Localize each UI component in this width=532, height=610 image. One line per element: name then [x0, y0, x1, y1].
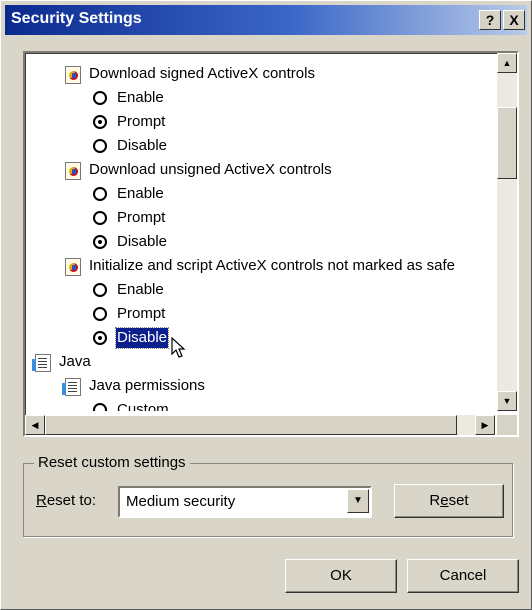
radio-button[interactable]: [93, 211, 107, 225]
setting-label: Java: [59, 353, 91, 370]
radio-button[interactable]: [93, 139, 107, 153]
horizontal-scrollbar[interactable]: ◀ ▶: [25, 415, 495, 435]
scroll-right-icon[interactable]: ▶: [475, 415, 495, 435]
radio-button-checked[interactable]: [93, 115, 107, 129]
java-permissions-icon: [62, 378, 81, 396]
settings-list-viewport: Download signed ActiveX controls Enable …: [25, 53, 495, 411]
radio-label: Enable: [117, 281, 164, 298]
activex-settings-icon: [65, 162, 81, 180]
security-settings-dialog: Security Settings ? X Download signed Ac…: [0, 0, 532, 610]
radio-label: Enable: [117, 89, 164, 106]
reset-to-value: Medium security: [126, 493, 236, 510]
vertical-scrollbar[interactable]: ▲ ▼: [497, 53, 517, 411]
radio-button[interactable]: [93, 283, 107, 297]
settings-list[interactable]: Download signed ActiveX controls Enable …: [23, 51, 519, 437]
radio-button-checked[interactable]: [93, 331, 107, 345]
reset-to-label: Reset to:: [36, 492, 97, 509]
scroll-down-icon[interactable]: ▼: [497, 391, 517, 411]
cancel-button[interactable]: Cancel: [407, 559, 519, 593]
activex-settings-icon: [65, 66, 81, 84]
reset-button[interactable]: Reset: [394, 484, 504, 518]
scroll-up-icon[interactable]: ▲: [497, 53, 517, 73]
radio-label: Custom: [117, 401, 169, 411]
radio-button-checked[interactable]: [93, 235, 107, 249]
horizontal-scroll-thumb[interactable]: [45, 415, 457, 435]
radio-label: Enable: [117, 185, 164, 202]
reset-to-dropdown[interactable]: Medium security ▼: [118, 486, 372, 518]
title-bar[interactable]: Security Settings ? X: [5, 5, 527, 35]
dialog-title: Security Settings: [11, 10, 142, 27]
radio-button[interactable]: [93, 307, 107, 321]
group-title: Reset custom settings: [34, 454, 190, 471]
reset-custom-settings-group: Reset custom settings Reset to: Medium s…: [23, 454, 513, 537]
mouse-cursor-icon: [171, 337, 186, 358]
java-icon: [32, 354, 51, 372]
setting-label: Java permissions: [89, 377, 205, 394]
radio-label: Prompt: [117, 209, 166, 226]
setting-label: Download unsigned ActiveX controls: [89, 161, 332, 178]
activex-settings-icon: [65, 258, 81, 276]
radio-label: Prompt: [117, 113, 166, 130]
radio-label-selected: Disable: [114, 327, 170, 349]
radio-button[interactable]: [93, 91, 107, 105]
setting-label: Initialize and script ActiveX controls n…: [89, 257, 456, 274]
radio-button[interactable]: [93, 187, 107, 201]
radio-label: Disable: [117, 137, 168, 154]
setting-label: Download signed ActiveX controls: [89, 65, 315, 82]
close-button[interactable]: X: [503, 10, 525, 30]
help-button[interactable]: ?: [479, 10, 501, 30]
scroll-left-icon[interactable]: ◀: [25, 415, 45, 435]
radio-label: Disable: [117, 233, 168, 250]
ok-button[interactable]: OK: [285, 559, 397, 593]
radio-button[interactable]: [93, 403, 107, 411]
scrollbar-corner: [497, 415, 517, 435]
vertical-scroll-thumb[interactable]: [497, 107, 517, 179]
radio-label: Prompt: [117, 305, 166, 322]
chevron-down-icon[interactable]: ▼: [347, 489, 369, 513]
